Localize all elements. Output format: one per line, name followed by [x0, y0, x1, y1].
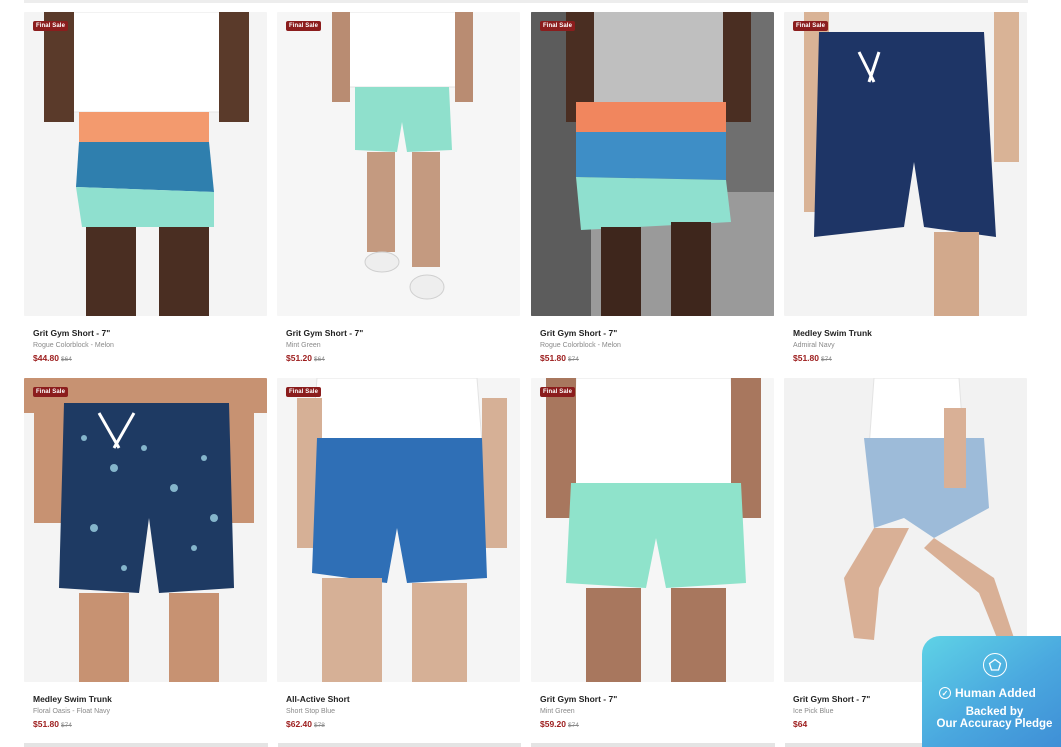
compare-price: $78: [314, 722, 325, 729]
final-sale-badge: Final Sale: [540, 21, 576, 31]
sale-price: $51.20: [286, 353, 312, 363]
final-sale-badge: Final Sale: [33, 387, 69, 397]
product-info: Grit Gym Short - 7" Rogue Colorblock - M…: [531, 316, 774, 366]
price-row: $51.80 $74: [540, 352, 765, 366]
badge-subtext: Backed by Our Accuracy Pledge: [932, 706, 1057, 730]
final-sale-badge: Final Sale: [33, 21, 69, 31]
product-title[interactable]: Grit Gym Short - 7": [286, 328, 511, 339]
product-image[interactable]: Final Sale: [531, 378, 774, 682]
price-row: $59.20 $74: [540, 718, 765, 732]
product-variant: Floral Oasis - Float Navy: [33, 708, 111, 715]
sale-price: $64: [793, 719, 808, 729]
product-title[interactable]: Medley Swim Trunk: [793, 328, 1018, 339]
product-title[interactable]: Medley Swim Trunk: [33, 694, 258, 705]
accuracy-pledge-badge[interactable]: ✓ Human Added Backed by Our Accuracy Ple…: [922, 636, 1061, 747]
final-sale-badge: Final Sale: [540, 387, 576, 397]
product-card[interactable]: Final Sale Grit Gym Short - 7" Mint Gree…: [277, 12, 520, 366]
compare-price: $64: [314, 356, 325, 363]
product-title[interactable]: Grit Gym Short - 7": [540, 328, 765, 339]
price-row: $51.20 $64: [286, 352, 511, 366]
product-info: Grit Gym Short - 7" Mint Green $59.20 $74: [531, 682, 774, 732]
product-variant: Mint Green: [540, 708, 575, 715]
compare-price: $74: [568, 356, 579, 363]
sale-price: $62.40: [286, 719, 312, 729]
product-info: All-Active Short Short Stop Blue $62.40 $…: [277, 682, 520, 732]
compare-price: $74: [61, 722, 72, 729]
product-card[interactable]: Final Sale Grit Gym Short - 7" Rogue Col…: [531, 12, 774, 366]
compare-price: $64: [61, 356, 72, 363]
product-variant: Admiral Navy: [793, 342, 835, 349]
product-card[interactable]: Final Sale Medley Swim Trunk Admiral Nav…: [784, 12, 1027, 366]
price-row: $51.80 $74: [793, 352, 1018, 366]
product-image[interactable]: Final Sale: [531, 12, 774, 316]
product-image[interactable]: Final Sale: [24, 378, 267, 682]
product-image[interactable]: Final Sale: [784, 12, 1027, 316]
product-variant: Short Stop Blue: [286, 708, 336, 715]
badge-headline-text: Human Added: [955, 686, 1036, 700]
top-divider: [24, 0, 1028, 3]
product-card[interactable]: Final Sale Medley Swim Trunk Floral Oasi…: [24, 378, 267, 732]
sale-price: $59.20: [540, 719, 566, 729]
sale-price: $51.80: [793, 353, 819, 363]
badge-line-2: Our Accuracy Pledge: [936, 718, 1053, 730]
product-variant: Rogue Colorblock - Melon: [33, 342, 114, 349]
product-variant: Mint Green: [286, 342, 321, 349]
product-title[interactable]: Grit Gym Short - 7": [33, 328, 258, 339]
product-image-peek: [24, 743, 268, 747]
price-row: $44.80 $64: [33, 352, 258, 366]
compare-price: $74: [568, 722, 579, 729]
product-variant: Rogue Colorblock - Melon: [540, 342, 621, 349]
product-card[interactable]: Final Sale All-Active Short Short Stop B…: [277, 378, 520, 732]
product-info: Medley Swim Trunk Admiral Navy $51.80 $74: [784, 316, 1027, 366]
product-image[interactable]: Final Sale: [277, 378, 520, 682]
product-title[interactable]: Grit Gym Short - 7": [540, 694, 765, 705]
sale-price: $51.80: [540, 353, 566, 363]
product-info: Grit Gym Short - 7" Mint Green $51.20 $64: [277, 316, 520, 366]
product-card[interactable]: Final Sale Grit Gym Short - 7" Rogue Col…: [24, 12, 267, 366]
sale-price: $51.80: [33, 719, 59, 729]
pentagon-logo-icon: [983, 653, 1007, 677]
sale-price: $44.80: [33, 353, 59, 363]
final-sale-badge: Final Sale: [286, 21, 322, 31]
price-row: $62.40 $78: [286, 718, 511, 732]
product-image-peek: [531, 743, 775, 747]
badge-headline: ✓ Human Added: [939, 686, 1036, 700]
final-sale-badge: Final Sale: [286, 387, 322, 397]
product-image-peek: [277, 743, 521, 747]
product-image[interactable]: Final Sale: [24, 12, 267, 316]
product-info: Grit Gym Short - 7" Rogue Colorblock - M…: [24, 316, 267, 366]
badge-line-1: Backed by: [965, 706, 1024, 718]
price-row: $51.80 $74: [33, 718, 258, 732]
product-title[interactable]: All-Active Short: [286, 694, 511, 705]
final-sale-badge: Final Sale: [793, 21, 829, 31]
product-image[interactable]: Final Sale: [277, 12, 520, 316]
compare-price: $74: [821, 356, 832, 363]
checkmark-icon: ✓: [939, 687, 951, 699]
next-row-preview: [24, 743, 1028, 747]
product-card[interactable]: Final Sale Grit Gym Short - 7" Mint Gree…: [531, 378, 774, 732]
product-info: Medley Swim Trunk Floral Oasis - Float N…: [24, 682, 267, 732]
